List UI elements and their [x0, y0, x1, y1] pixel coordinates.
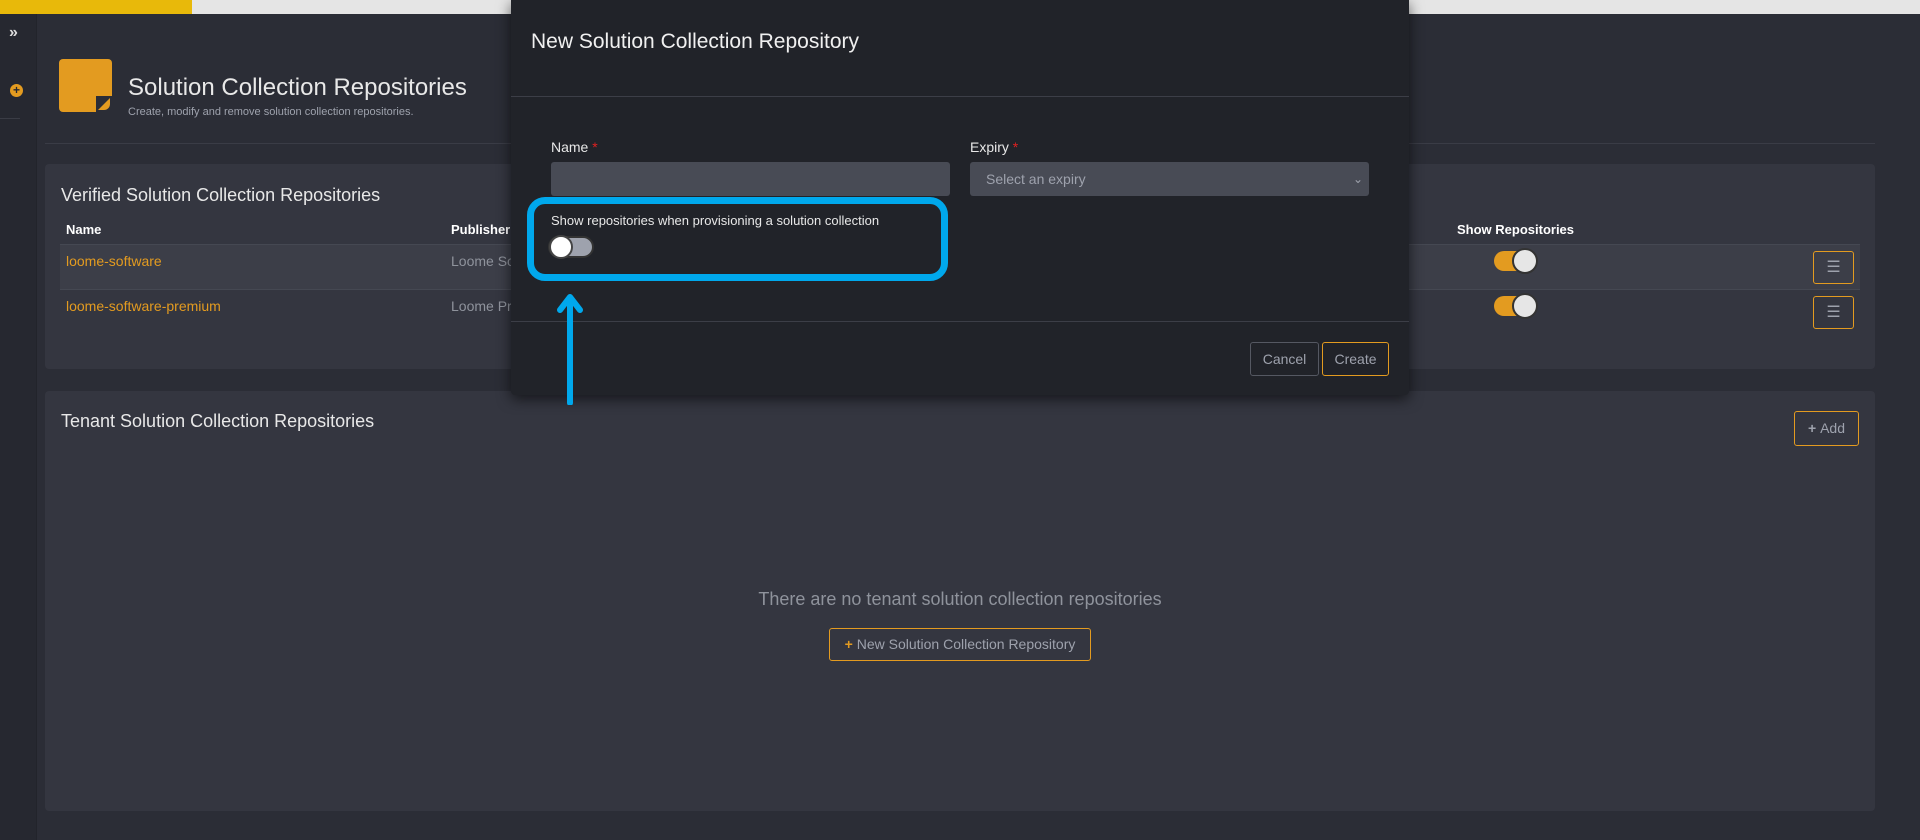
sidebar: » +: [0, 14, 37, 840]
card-title: Verified Solution Collection Repositorie…: [61, 185, 381, 205]
repository-name-link[interactable]: loome-software-premium: [66, 298, 221, 314]
expiry-label: Expiry *: [970, 139, 1019, 155]
chevron-double-right-icon[interactable]: »: [9, 24, 18, 42]
name-input[interactable]: [551, 162, 950, 196]
divider: [511, 96, 1409, 97]
cancel-button[interactable]: Cancel: [1250, 342, 1319, 376]
plus-circle-icon[interactable]: +: [10, 84, 23, 97]
repository-name-link[interactable]: loome-software: [66, 253, 162, 269]
add-label: Add: [1820, 420, 1845, 436]
name-label: Name *: [551, 139, 598, 155]
progress-fill: [0, 0, 192, 14]
show-repositories-toggle[interactable]: [1494, 248, 1538, 274]
page-title: Solution Collection Repositories: [128, 74, 467, 101]
chevron-down-icon: ⌄: [1352, 172, 1363, 186]
highlight-annotation: [527, 197, 948, 281]
card-title: Tenant Solution Collection Repositories: [61, 411, 375, 431]
new-repository-button[interactable]: + New Solution Collection Repository: [829, 628, 1091, 661]
column-header-name: Name: [66, 222, 102, 237]
plus-icon: +: [1808, 420, 1821, 436]
publisher: Loome Pr: [451, 298, 512, 314]
expiry-select[interactable]: Select an expiry ⌄: [970, 162, 1369, 196]
empty-state-text: There are no tenant solution collection …: [758, 589, 1162, 609]
divider: [0, 118, 20, 119]
column-header-show-repositories: Show Repositories: [1457, 222, 1575, 237]
publisher: Loome So: [451, 253, 515, 269]
add-button[interactable]: + Add: [1794, 411, 1859, 446]
dialog-title: New Solution Collection Repository: [531, 30, 859, 53]
column-header-publisher: Publisher: [451, 222, 511, 237]
tenant-repositories-card: Tenant Solution Collection Repositories …: [45, 391, 1875, 811]
show-repositories-toggle[interactable]: [1494, 293, 1538, 319]
new-repository-label: New Solution Collection Repository: [856, 636, 1076, 652]
expiry-placeholder: Select an expiry: [986, 171, 1086, 187]
list-icon[interactable]: ☰: [1813, 296, 1854, 329]
divider: [511, 321, 1409, 322]
page-subtitle: Create, modify and remove solution colle…: [128, 106, 414, 118]
create-button[interactable]: Create: [1322, 342, 1389, 376]
note-icon: [59, 59, 112, 112]
list-icon[interactable]: ☰: [1813, 251, 1854, 284]
plus-icon: +: [844, 636, 857, 652]
arrow-up-icon: [557, 294, 583, 405]
